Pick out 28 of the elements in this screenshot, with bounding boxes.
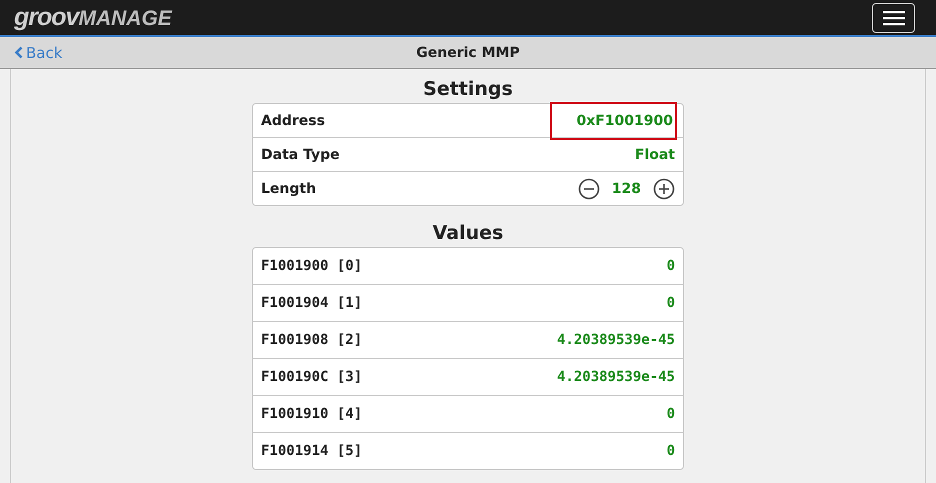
register-value: 0: [666, 258, 675, 274]
register-label: F1001914 [5]: [261, 443, 362, 459]
register-value: 0: [666, 406, 675, 422]
menu-icon[interactable]: [872, 2, 915, 32]
register-label: F1001910 [4]: [261, 406, 362, 422]
register-value: 4.20389539e-45: [556, 369, 675, 385]
setting-value[interactable]: Float: [634, 146, 675, 162]
section-title: Values: [432, 222, 504, 244]
register-value: 0: [666, 295, 675, 311]
logo-brand: groov: [14, 3, 78, 32]
register-label: F1001900 [0]: [261, 258, 362, 274]
plus-icon[interactable]: [653, 178, 675, 200]
setting-label: Data Type: [261, 146, 340, 162]
setting-value[interactable]: 0xF1001900: [552, 104, 675, 138]
section-title: Settings: [423, 78, 513, 100]
logo-product: MANAGE: [78, 7, 172, 30]
page-title: Generic MMP: [416, 44, 520, 60]
register-value: 4.20389539e-45: [556, 332, 675, 348]
setting-label: Length: [261, 180, 316, 196]
register-label: F1001904 [1]: [261, 295, 362, 311]
minus-icon[interactable]: [578, 178, 600, 200]
register-label: F1001908 [2]: [261, 332, 362, 348]
register-label: F100190C [3]: [261, 369, 362, 385]
setting-value[interactable]: 128: [612, 180, 641, 196]
back-link[interactable]: Back: [14, 44, 62, 62]
setting-label: Address: [261, 112, 325, 128]
chevron-left-icon[interactable]: [14, 46, 23, 59]
register-value: 0: [666, 443, 675, 459]
